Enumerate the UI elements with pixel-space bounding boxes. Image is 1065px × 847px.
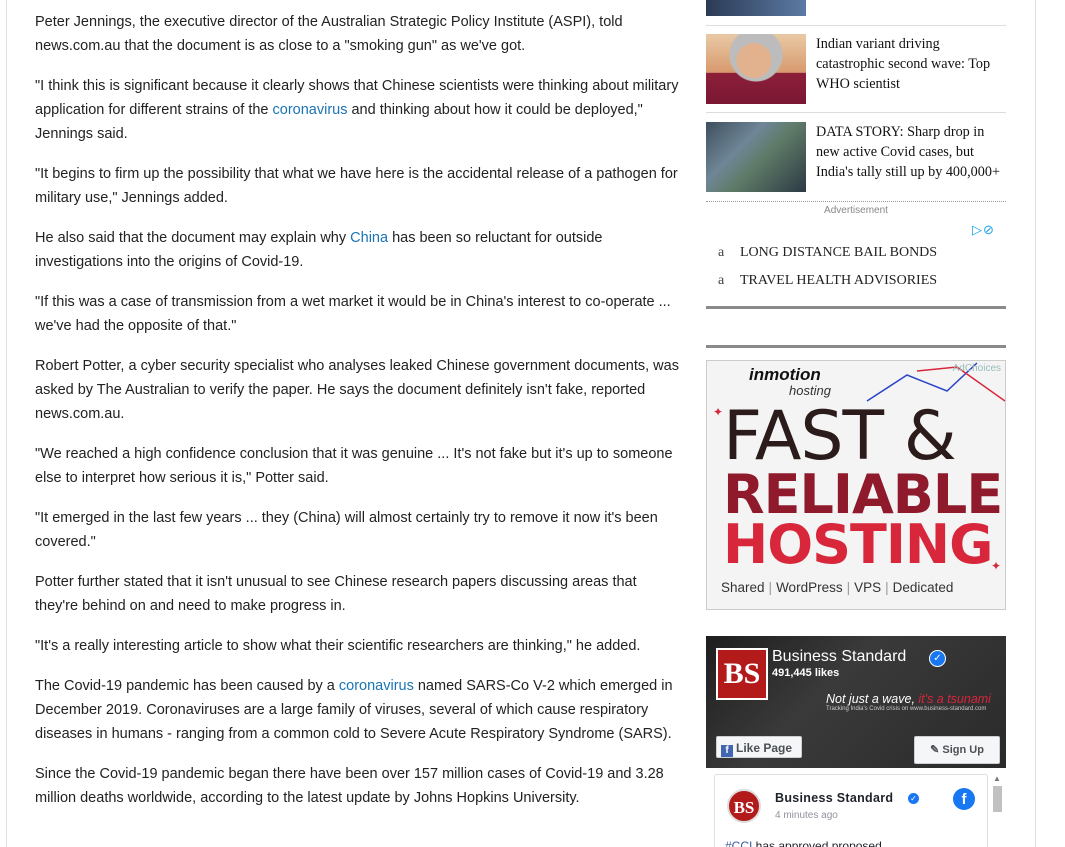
article-paragraph: "I think this is significant because it … <box>35 78 679 142</box>
ad-footer-item: VPS <box>854 580 882 595</box>
facebook-f-icon: f <box>721 745 733 757</box>
sparkle-icon: ✦ <box>991 559 1002 573</box>
page-frame-right <box>1035 0 1036 847</box>
article-paragraph: "If this was a case of transmission from… <box>35 294 671 334</box>
ad-link[interactable]: a TRAVEL HEALTH ADVISORIES <box>718 273 998 289</box>
facebook-logo-icon[interactable]: f <box>953 788 975 810</box>
post-text: #CCI has approved proposed <box>725 839 882 847</box>
inmotion-logo-sub: hosting <box>789 383 831 398</box>
article-paragraph: "It's a really interesting article to sh… <box>35 638 641 654</box>
business-standard-logo[interactable]: BS <box>716 648 768 700</box>
scrollbar-thumb[interactable] <box>993 786 1002 812</box>
article-paragraph: Since the Covid-19 pandemic began there … <box>35 766 664 806</box>
page-frame-left <box>6 0 7 847</box>
story-title[interactable]: Indian variant driving catastrophic seco… <box>816 34 1006 94</box>
facebook-likes-count: 491,445 likes <box>772 667 840 679</box>
advert-divider <box>706 201 1006 202</box>
post-author-avatar[interactable]: BS <box>727 789 761 823</box>
ad-link[interactable]: a LONG DISTANCE BAIL BONDS <box>718 245 998 261</box>
story-divider <box>706 112 1006 113</box>
ad-headline-line1: FAST & <box>723 397 957 476</box>
post-author-name[interactable]: Business Standard <box>775 791 893 805</box>
facebook-post: BS Business Standard ✓ 4 minutes ago f #… <box>714 774 988 847</box>
ad-link-text[interactable]: TRAVEL HEALTH ADVISORIES <box>740 273 937 288</box>
cover-tagline-sub: Tracking India's Covid crisis on www.bus… <box>826 706 987 712</box>
section-divider <box>706 306 1006 309</box>
ad-link-bullet: a <box>718 245 725 260</box>
sparkle-icon: ✦ <box>713 405 724 419</box>
scroll-up-arrow-icon[interactable]: ▲ <box>993 774 1001 783</box>
inmotion-logo: inmotion <box>749 365 821 384</box>
ad-footer-item: Dedicated <box>892 580 954 595</box>
story-thumbnail[interactable] <box>706 34 806 104</box>
story-divider <box>706 25 1006 26</box>
ad-footer-item: WordPress <box>776 580 843 595</box>
article-paragraph: Peter Jennings, the executive director o… <box>35 14 623 54</box>
verified-badge-icon: ✓ <box>929 650 946 667</box>
article-paragraph: The Covid-19 pandemic has been caused by… <box>35 678 673 742</box>
widget-scrollbar[interactable]: ▲ <box>990 774 1004 847</box>
post-hashtag[interactable]: #CCI <box>725 839 752 847</box>
article-link[interactable]: coronavirus <box>273 102 348 118</box>
advertisement-label: Advertisement <box>824 205 888 216</box>
hosting-banner-ad[interactable]: inmotion hosting AdChoices ✦ FAST & RELI… <box>706 360 1006 610</box>
ad-footer-item: Shared <box>721 580 765 595</box>
ad-headline-line3: HOSTING <box>723 513 993 576</box>
like-page-label: Like Page <box>736 741 793 755</box>
article-paragraph: "It begins to firm up the possibility th… <box>35 166 678 206</box>
article-paragraph: Robert Potter, a cyber security speciali… <box>35 358 679 422</box>
article-link[interactable]: coronavirus <box>339 678 414 694</box>
previous-story-thumbnail[interactable] <box>706 0 806 16</box>
sign-up-button[interactable]: ✎ Sign Up <box>914 736 1000 764</box>
facebook-page-name[interactable]: Business Standard <box>772 648 906 666</box>
verified-badge-icon: ✓ <box>908 793 919 804</box>
article-paragraph: "We reached a high confidence conclusion… <box>35 446 673 486</box>
like-page-button[interactable]: f Like Page <box>716 736 802 758</box>
section-divider <box>706 345 1006 348</box>
facebook-page-widget: BS Business Standard ✓ 491,445 likes Not… <box>706 636 1006 847</box>
article-paragraph: He also said that the document may expla… <box>35 230 603 270</box>
story-title[interactable]: DATA STORY: Sharp drop in new active Cov… <box>816 122 1006 182</box>
article-paragraph: Potter further stated that it isn't unus… <box>35 574 637 614</box>
article-paragraph: "It emerged in the last few years ... th… <box>35 510 658 550</box>
post-timestamp[interactable]: 4 minutes ago <box>775 810 838 821</box>
ad-link-text[interactable]: LONG DISTANCE BAIL BONDS <box>740 245 937 260</box>
sign-up-label: Sign Up <box>942 744 984 756</box>
ad-footer: Shared | WordPress | VPS | Dedicated <box>721 580 954 595</box>
pencil-icon: ✎ <box>930 744 943 756</box>
cover-tagline: Not just a wave, it's a tsunami <box>826 692 991 706</box>
adchoices-icon[interactable]: ▷⊘ <box>972 222 995 238</box>
ad-link-bullet: a <box>718 273 725 288</box>
article-link[interactable]: China <box>350 230 388 246</box>
article-body: Peter Jennings, the executive director o… <box>35 10 680 826</box>
story-thumbnail[interactable] <box>706 122 806 192</box>
adchoices-label[interactable]: AdChoices <box>953 363 1001 374</box>
